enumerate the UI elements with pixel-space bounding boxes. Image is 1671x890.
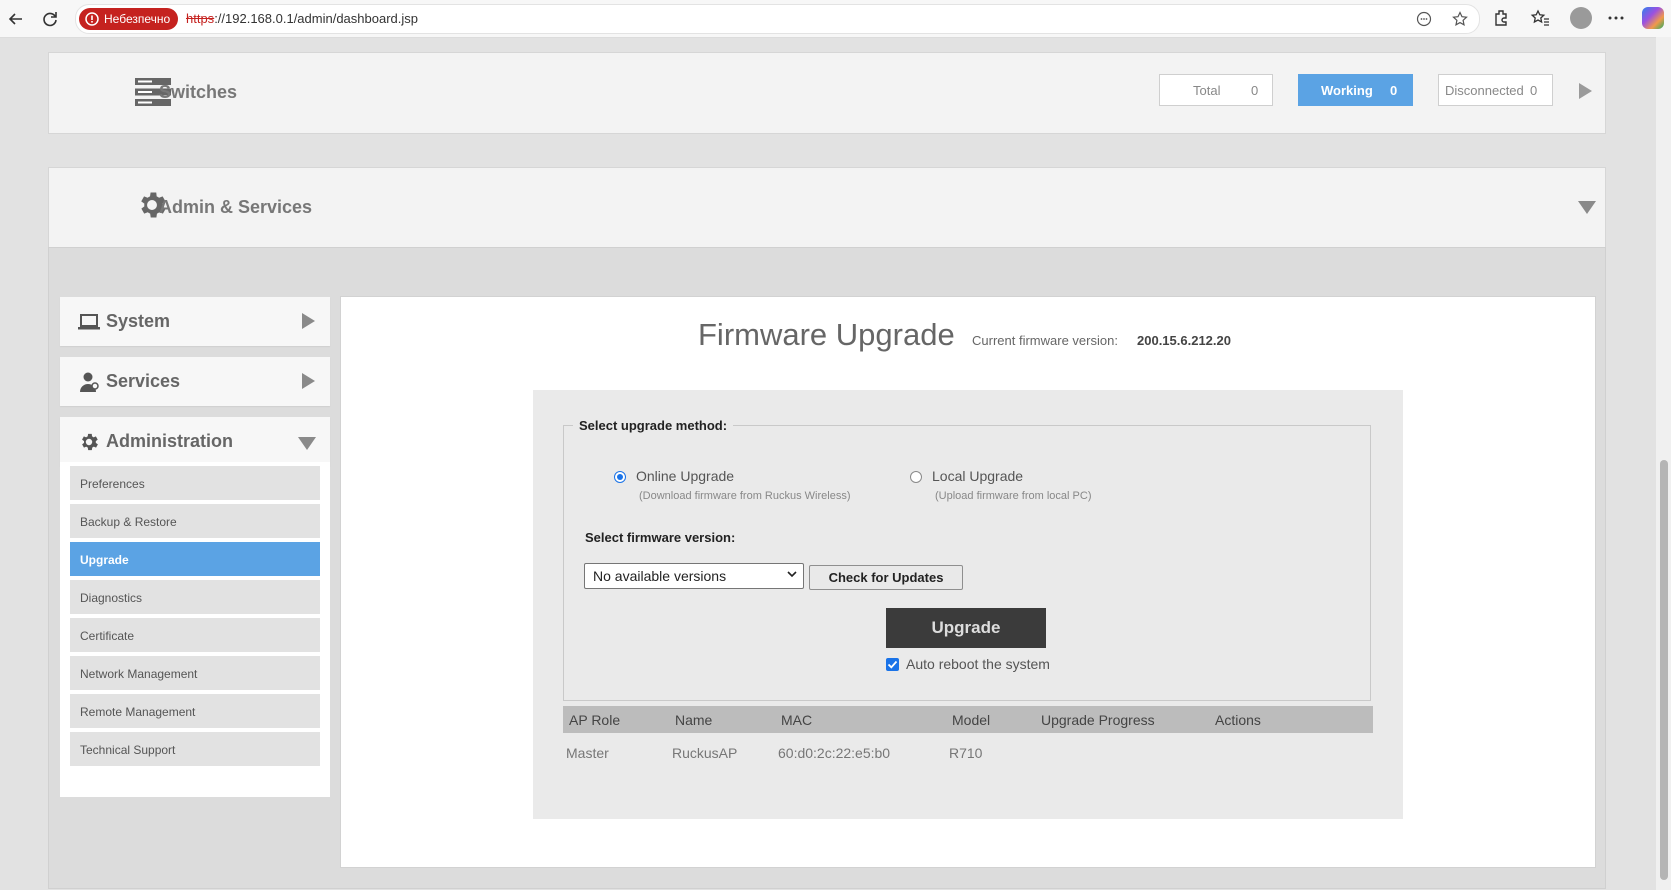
url-path: ://192.168.0.1/admin/dashboard.jsp [214,11,418,26]
security-badge-label: Небезпечно [104,12,171,26]
online-upgrade-label[interactable]: Online Upgrade [636,468,734,484]
sidebar-item-label: Diagnostics [80,591,143,605]
sidebar-item-label: Network Management [80,667,198,681]
column-header-ap-role: AP Role [569,712,621,728]
ap-role-cell: Master [566,745,609,761]
column-header-upgrade-progress: Upgrade Progress [1041,712,1155,728]
admin-services-title: Admin & Services [159,197,313,217]
disconnected-label: Disconnected [1445,82,1524,98]
current-firmware-version: 200.15.6.212.20 [1137,333,1231,348]
upgrade-form: Select upgrade method: Online Upgrade (D… [533,390,1403,819]
chevron-down-icon [298,437,316,450]
more-menu-icon[interactable] [1606,8,1626,28]
gear-icon [82,433,98,451]
check-for-updates-button[interactable]: Check for Updates [809,565,963,590]
disconnected-switches-count[interactable]: Disconnected 0 [1438,74,1553,106]
sidebar-item-backup-restore[interactable]: Backup & Restore [70,504,320,538]
upgrade-button[interactable]: Upgrade [886,608,1046,648]
disconnected-value: 0 [1530,82,1538,98]
column-header-name: Name [675,712,713,728]
ap-name-cell: RuckusAP [672,745,738,761]
sidebar-item-label: Remote Management [80,705,196,719]
chevron-right-icon [302,373,315,389]
column-header-model: Model [952,712,991,728]
firmware-version-label: Select firmware version: [585,530,736,545]
ap-model-cell: R710 [949,745,983,761]
working-label: Working [1321,82,1373,98]
scrollbar-thumb[interactable] [1660,460,1668,880]
total-switches-count[interactable]: Total 0 [1159,74,1273,106]
profile-avatar-icon[interactable] [1570,7,1592,29]
collapse-arrow-icon[interactable] [1578,201,1596,214]
page-title: Firmware Upgrade [698,317,955,352]
current-firmware-label: Current firmware version: [972,333,1118,348]
sidebar-item-label: Backup & Restore [80,515,177,529]
sidebar-item-diagnostics[interactable]: Diagnostics [70,580,320,614]
sidebar-item-upgrade[interactable]: Upgrade [70,542,320,576]
upgrade-method-fieldset: Select upgrade method: Online Upgrade (D… [563,418,1371,701]
column-header-actions: Actions [1215,712,1261,728]
ap-mac-cell: 60:d0:2c:22:e5:b0 [778,745,891,761]
sidebar-item-label: Certificate [80,629,135,643]
address-bar[interactable]: Небезпечно https://192.168.0.1/admin/das… [75,4,1480,34]
working-value: 0 [1390,82,1398,98]
working-switches-count[interactable]: Working 0 [1298,74,1413,106]
sidebar-item-technical-support[interactable]: Technical Support [70,732,320,766]
url-text: https://192.168.0.1/admin/dashboard.jsp [186,11,418,26]
favorites-icon[interactable] [1530,8,1550,28]
sidebar-item-network-management[interactable]: Network Management [70,656,320,690]
favorite-star-icon[interactable] [1452,11,1468,27]
sidebar-item-remote-management[interactable]: Remote Management [70,694,320,728]
sidebar-administration-label: Administration [106,431,234,451]
back-icon[interactable] [6,9,26,29]
local-upgrade-label[interactable]: Local Upgrade [932,468,1023,484]
chevron-down-icon [787,571,797,578]
switches-panel: Switches Total 0 Working 0 Disconnected … [49,53,1605,133]
expand-arrow-icon[interactable] [1579,83,1592,99]
security-warning-badge[interactable]: Небезпечно [79,8,179,30]
upgrade-method-legend: Select upgrade method: [573,418,734,433]
sidebar-item-label: Preferences [80,477,145,491]
online-upgrade-radio[interactable] [614,471,626,483]
ap-table-header: AP Role Name MAC Model Upgrade Progress … [563,706,1373,733]
firmware-version-select[interactable]: No available versions [584,563,804,589]
extensions-icon[interactable] [1492,8,1512,28]
firmware-version-selected: No available versions [593,568,727,584]
sidebar-services-label: Services [106,371,181,391]
firmware-upgrade-panel: Firmware Upgrade Current firmware versio… [341,297,1595,867]
sidebar-item-label: Technical Support [80,743,176,757]
sidebar-item-preferences[interactable]: Preferences [70,466,320,500]
browser-toolbar: Небезпечно https://192.168.0.1/admin/das… [0,0,1671,38]
copilot-icon[interactable] [1642,7,1664,29]
sidebar-item-label: Upgrade [80,553,129,567]
url-scheme: https [186,11,215,26]
total-value: 0 [1251,82,1259,98]
sidebar-administration[interactable]: Administration [60,417,330,466]
column-header-mac: MAC [781,712,813,728]
sidebar-system[interactable]: System [60,297,330,346]
total-label: Total [1193,82,1221,98]
reader-icon[interactable] [1416,11,1432,27]
auto-reboot-label[interactable]: Auto reboot the system [906,656,1050,672]
laptop-icon [78,314,100,330]
chevron-right-icon [302,313,315,329]
checkmark-icon [887,660,898,669]
warning-shield-icon [85,12,99,26]
local-upgrade-radio[interactable] [910,471,922,483]
admin-services-panel: Admin & Services [49,168,1605,248]
switches-title: Switches [159,82,238,102]
auto-reboot-checkbox[interactable] [886,658,899,671]
services-icon [80,372,99,392]
reload-icon[interactable] [40,9,60,29]
sidebar-item-certificate[interactable]: Certificate [70,618,320,652]
online-upgrade-description: (Download firmware from Ruckus Wireless) [639,490,851,502]
local-upgrade-description: (Upload firmware from local PC) [935,490,1092,502]
sidebar-services[interactable]: Services [60,357,330,406]
sidebar-system-label: System [106,311,171,331]
